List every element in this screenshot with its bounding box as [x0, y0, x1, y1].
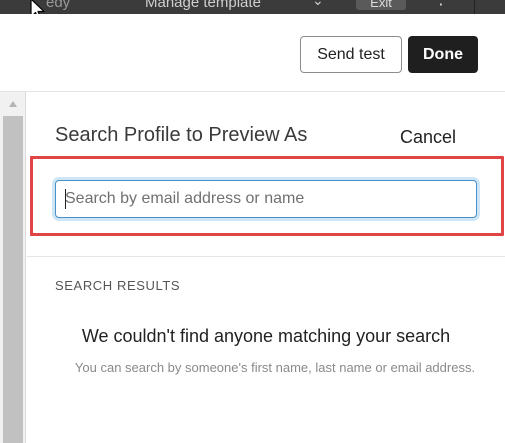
done-button[interactable]: Done [408, 36, 478, 73]
text-caret [65, 189, 66, 209]
scroll-up-arrow-icon[interactable] [9, 101, 17, 107]
section-divider [27, 256, 505, 257]
scrollbar-thumb[interactable] [3, 116, 23, 443]
top-toolbar: edy Manage template ⌄ Exit ⋮ [0, 0, 505, 14]
breadcrumb[interactable]: edy [46, 0, 70, 11]
exit-button[interactable]: Exit [356, 0, 406, 10]
toolbar-divider [474, 0, 475, 14]
empty-state-title: We couldn't find anyone matching your se… [81, 326, 451, 346]
empty-state-subtitle: You can search by someone's first name, … [74, 360, 476, 375]
chevron-down-icon: ⌄ [312, 0, 324, 8]
cancel-button[interactable]: Cancel [400, 127, 456, 148]
scrollbar[interactable] [0, 92, 26, 443]
panel-title: Search Profile to Preview As [55, 124, 308, 146]
more-menu-icon[interactable]: ⋮ [430, 0, 452, 14]
manage-template-menu[interactable]: Manage template [145, 0, 261, 11]
send-test-button[interactable]: Send test [300, 36, 402, 73]
preview-header: Send test Done [0, 14, 505, 92]
search-input[interactable] [55, 180, 477, 218]
search-results-heading: SEARCH RESULTS [55, 278, 181, 293]
